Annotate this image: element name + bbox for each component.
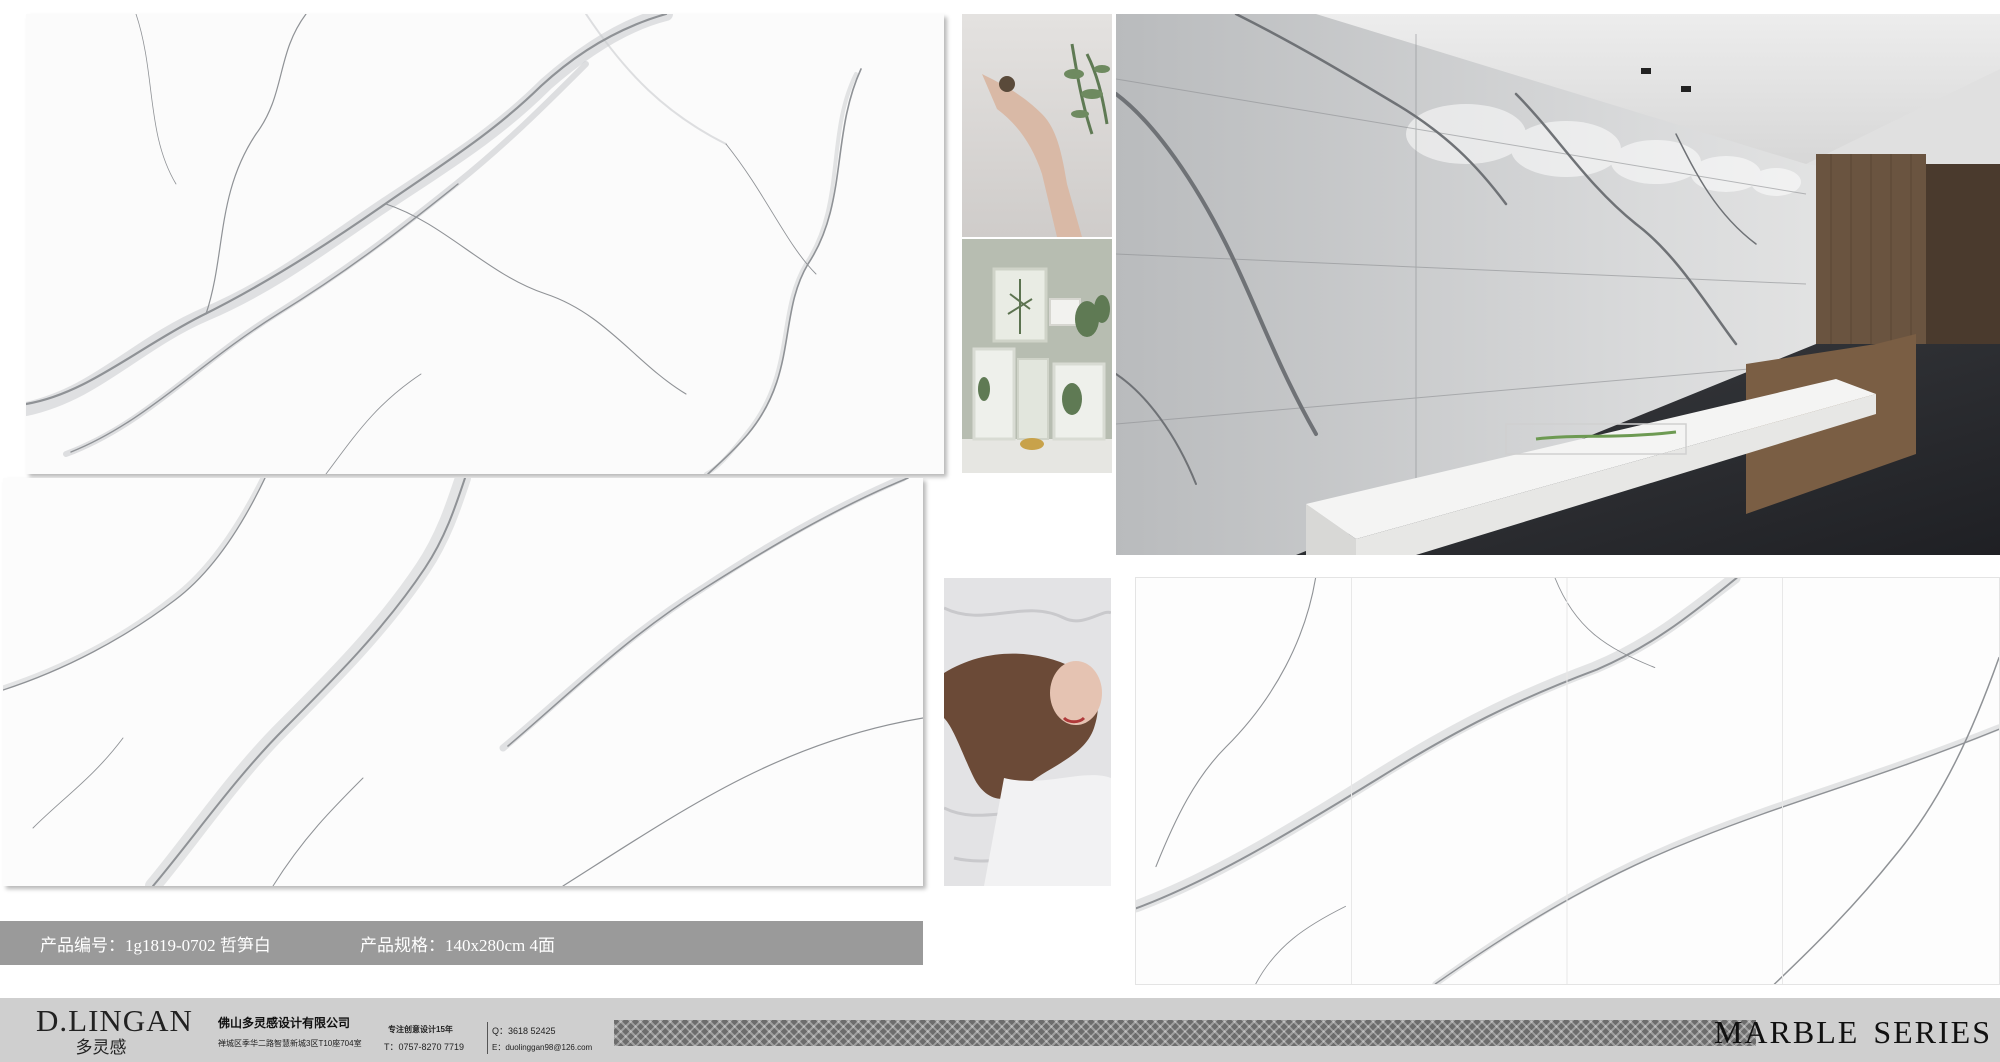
- lifestyle-photo-frames: [962, 239, 1112, 473]
- company-email: E：duolinggan98@126.com: [492, 1043, 593, 1052]
- marble-slab-sample-top: [26, 14, 944, 474]
- marble-vein-pattern: [1136, 578, 1999, 984]
- lifestyle-photo-hand: [962, 14, 1112, 237]
- brand-name: D.LINGAN: [36, 1003, 193, 1038]
- brand-name-cn: 多灵感: [75, 1038, 127, 1057]
- brand-logo: D.LINGAN 多灵感: [36, 1004, 206, 1058]
- marble-slab-four-face: [1135, 577, 2000, 985]
- marble-slab-sample-bottom: [3, 478, 923, 886]
- company-phone: T：0757-8270 7719: [384, 1042, 465, 1052]
- product-info-bar: 产品编号：1g1819-0702 哲笋白 产品规格：140x280cm 4面: [0, 921, 923, 965]
- face: [1050, 661, 1102, 725]
- company-address: 禅城区季华二路智慧新城3区T10座704室: [218, 1039, 362, 1048]
- series-title: MARBLE SERIES: [1714, 1014, 1992, 1051]
- series-word-marble: MARBLE: [1713, 1014, 1860, 1050]
- product-spec: 产品规格：140x280cm 4面: [360, 935, 556, 955]
- footer: D.LINGAN 多灵感 佛山多灵感设计有限公司 禅城区季华二路智慧新城3区T1…: [0, 998, 2000, 1062]
- marble-vein-pattern: [3, 478, 923, 886]
- company-name: 佛山多灵感设计有限公司: [218, 1016, 351, 1030]
- product-code: 产品编号：1g1819-0702 哲笋白: [40, 935, 271, 955]
- marble-vein-pattern: [26, 14, 862, 474]
- series-word-series: SERIES: [1873, 1014, 1992, 1050]
- interior-rendering-reception: [1116, 14, 2000, 555]
- company-slogan: 专注创意设计15年: [388, 1025, 453, 1034]
- company-qq: Q：3618 52425: [492, 1026, 556, 1036]
- decorative-pattern-band: [614, 1020, 1756, 1046]
- lifestyle-photo-woman: [944, 578, 1111, 886]
- footer-divider: [487, 1022, 488, 1054]
